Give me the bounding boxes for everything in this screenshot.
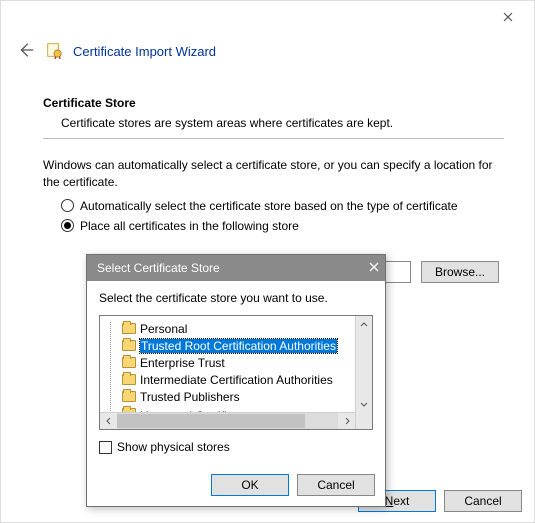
select-store-dialog: Select Certificate Store Select the cert… xyxy=(86,254,386,507)
chevron-up-icon xyxy=(360,321,368,329)
wizard-content: Certificate Store Certificate stores are… xyxy=(43,96,504,239)
radio-group: Automatically select the certificate sto… xyxy=(61,199,504,233)
ok-button[interactable]: OK xyxy=(211,474,289,496)
dialog-titlebar[interactable]: Select Certificate Store xyxy=(87,255,385,281)
tree-item-enterprise-trust[interactable]: Enterprise Trust xyxy=(100,354,355,371)
instruction-text: Windows can automatically select a certi… xyxy=(43,157,504,191)
checkbox-icon xyxy=(99,441,112,454)
dialog-close-button[interactable] xyxy=(369,261,379,275)
radio-place-all[interactable]: Place all certificates in the following … xyxy=(61,219,504,233)
certificate-icon xyxy=(45,41,63,62)
folder-icon xyxy=(122,391,136,402)
tree-item-personal[interactable]: Personal xyxy=(100,320,355,337)
tree-item-intermediate[interactable]: Intermediate Certification Authorities xyxy=(100,371,355,388)
cancel-button[interactable]: Cancel xyxy=(444,490,522,512)
radio-icon xyxy=(61,199,74,212)
tree-item-label: Personal xyxy=(140,322,187,336)
horizontal-scrollbar[interactable] xyxy=(100,412,355,429)
tree-viewport[interactable]: Personal Trusted Root Certification Auth… xyxy=(100,316,355,429)
show-physical-checkbox[interactable]: Show physical stores xyxy=(99,440,373,454)
dialog-cancel-button[interactable]: Cancel xyxy=(297,474,375,496)
tree-item-label: Trusted Publishers xyxy=(140,390,240,404)
chevron-down-icon xyxy=(360,400,368,408)
vertical-scrollbar[interactable] xyxy=(355,316,372,429)
chevron-left-icon xyxy=(105,417,113,425)
tree-item-trusted-root[interactable]: Trusted Root Certification Authorities xyxy=(100,337,355,354)
divider xyxy=(43,138,504,139)
close-icon xyxy=(503,12,513,22)
tree-item-trusted-publishers[interactable]: Trusted Publishers xyxy=(100,388,355,405)
scroll-thumb[interactable] xyxy=(117,414,305,428)
show-physical-label: Show physical stores xyxy=(117,440,230,454)
scroll-up-button[interactable] xyxy=(356,316,372,333)
section-title: Certificate Store xyxy=(43,96,504,110)
tree-guide-line xyxy=(110,322,111,423)
tree-item-label: Enterprise Trust xyxy=(140,356,225,370)
scroll-track[interactable] xyxy=(117,413,338,429)
radio-auto-label: Automatically select the certificate sto… xyxy=(80,199,458,213)
dialog-footer: OK Cancel xyxy=(87,474,385,506)
browse-button[interactable]: Browse... xyxy=(421,261,499,283)
folder-icon xyxy=(122,323,136,334)
scroll-right-button[interactable] xyxy=(338,413,355,430)
back-button[interactable] xyxy=(17,41,35,62)
tree-item-label: Intermediate Certification Authorities xyxy=(140,373,333,387)
scroll-left-button[interactable] xyxy=(100,413,117,430)
dialog-prompt: Select the certificate store you want to… xyxy=(99,291,373,305)
radio-place-label: Place all certificates in the following … xyxy=(80,219,299,233)
dialog-body: Select the certificate store you want to… xyxy=(87,281,385,474)
wizard-header: Certificate Import Wizard xyxy=(17,41,518,62)
close-icon xyxy=(369,262,379,272)
folder-icon xyxy=(122,374,136,385)
dialog-title: Select Certificate Store xyxy=(97,261,369,275)
folder-icon xyxy=(122,340,136,351)
scroll-down-button[interactable] xyxy=(356,395,372,412)
wizard-title: Certificate Import Wizard xyxy=(73,44,216,59)
chevron-right-icon xyxy=(343,417,351,425)
window-close-button[interactable] xyxy=(488,5,528,29)
tree-item-label: Trusted Root Certification Authorities xyxy=(140,339,337,353)
folder-icon xyxy=(122,357,136,368)
radio-auto-select[interactable]: Automatically select the certificate sto… xyxy=(61,199,504,213)
radio-icon xyxy=(61,219,74,232)
arrow-left-icon xyxy=(17,41,35,59)
store-tree: Personal Trusted Root Certification Auth… xyxy=(99,315,373,430)
section-description: Certificate stores are system areas wher… xyxy=(61,116,504,130)
